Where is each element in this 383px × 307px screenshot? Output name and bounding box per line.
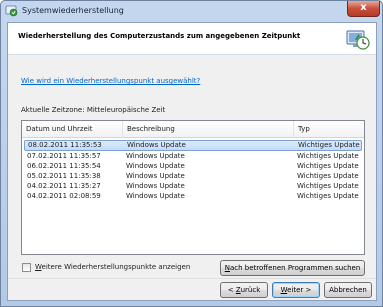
- table-row[interactable]: 08.02.2011 11:35:53 Windows Update Wicht…: [24, 140, 362, 151]
- restore-point-help-link[interactable]: Wie wird ein Wiederherstellungspunkt aus…: [21, 77, 200, 85]
- row-description: Windows Update: [126, 192, 185, 200]
- table-row[interactable]: 05.02.2011 11:35:38 Windows Update Wicht…: [24, 171, 362, 181]
- column-date[interactable]: Datum und Uhrzeit: [22, 121, 123, 138]
- row-date: 07.02.2011 11:35:57: [27, 152, 101, 160]
- button-text: urück: [240, 286, 261, 294]
- row-type: Wichtiges Update: [297, 152, 359, 160]
- dialog-footer: [8, 278, 376, 300]
- dialog-client-area: Wiederherstellung des Computerzustands z…: [7, 22, 377, 301]
- row-description: Windows Update: [126, 172, 185, 180]
- scan-affected-programs-button[interactable]: Nach betroffenen Programmen suchen: [220, 260, 365, 276]
- close-icon: x: [360, 2, 367, 13]
- row-description: Windows Update: [126, 162, 185, 170]
- row-date: 05.02.2011 11:35:38: [27, 172, 101, 180]
- row-type: Wichtiges Update: [297, 192, 359, 200]
- row-description: Windows Update: [127, 141, 186, 149]
- row-date: 06.02.2011 11:35:54: [27, 162, 101, 170]
- row-date: 04.02.2011 11:35:27: [27, 182, 101, 190]
- column-description[interactable]: Beschreibung: [123, 121, 294, 138]
- dialog-header: Wiederherstellung des Computerzustands z…: [8, 23, 376, 55]
- row-type: Wichtiges Update: [297, 172, 359, 180]
- column-type[interactable]: Typ: [294, 121, 364, 138]
- back-prefix: <: [227, 286, 236, 294]
- title-bar[interactable]: Systemwiederherstellung x: [1, 1, 382, 21]
- page-title: Wiederherstellung des Computerzustands z…: [18, 32, 301, 40]
- table-row[interactable]: 04.02.2011 02:08:59 Windows Update Wicht…: [24, 191, 362, 201]
- button-text: ach betroffenen Programmen suchen: [229, 264, 361, 272]
- system-restore-window: Systemwiederherstellung x Wiederherstell…: [0, 0, 383, 307]
- more-restore-points-checkbox[interactable]: [22, 263, 31, 272]
- table-row[interactable]: 07.02.2011 11:35:57 Windows Update Wicht…: [24, 151, 362, 161]
- table-row[interactable]: 04.02.2011 11:35:27 Windows Update Wicht…: [24, 181, 362, 191]
- restore-clock-icon: [346, 30, 370, 50]
- more-restore-points-label[interactable]: Weitere Wiederherstellungspunkte anzeige…: [35, 263, 190, 271]
- restore-points-list[interactable]: Datum und Uhrzeit Beschreibung Typ 08.02…: [21, 120, 365, 255]
- button-text: eiter >: [287, 286, 312, 294]
- back-button[interactable]: < Zurück: [220, 282, 268, 298]
- cancel-button[interactable]: Abbrechen: [324, 282, 372, 298]
- timezone-label: Aktuelle Zeitzone: Mitteleuropäische Zei…: [21, 106, 166, 114]
- list-rows: 08.02.2011 11:35:53 Windows Update Wicht…: [24, 140, 362, 201]
- close-button[interactable]: x: [347, 1, 380, 17]
- list-header: Datum und Uhrzeit Beschreibung Typ: [22, 121, 364, 138]
- row-description: Windows Update: [126, 182, 185, 190]
- row-date: 08.02.2011 11:35:53: [28, 141, 102, 149]
- next-button[interactable]: Weiter >: [272, 282, 320, 298]
- system-restore-icon: [5, 5, 18, 17]
- row-date: 04.02.2011 02:08:59: [27, 192, 101, 200]
- row-type: Wichtiges Update: [297, 162, 359, 170]
- window-title: Systemwiederherstellung: [22, 6, 124, 15]
- row-description: Windows Update: [126, 152, 185, 160]
- row-type: Wichtiges Update: [298, 141, 360, 149]
- row-type: Wichtiges Update: [297, 182, 359, 190]
- table-row[interactable]: 06.02.2011 11:35:54 Windows Update Wicht…: [24, 161, 362, 171]
- label-text: eitere Wiederherstellungspunkte anzeigen: [41, 263, 191, 271]
